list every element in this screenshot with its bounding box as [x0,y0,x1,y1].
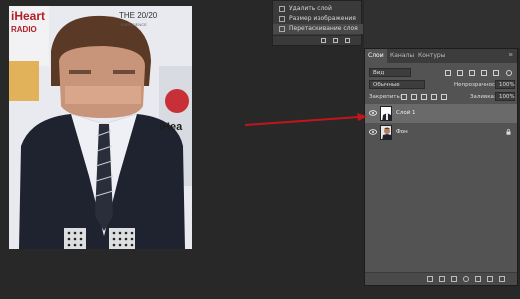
snapshot-icon[interactable] [333,38,338,43]
blend-mode-select[interactable]: Обычные [369,80,425,89]
filter-smart-object-icon[interactable] [493,70,499,76]
history-step-icon [279,16,285,22]
filter-kind-select[interactable]: Вид [369,68,411,77]
history-item-label: Удалить слой [289,5,332,12]
layer-name[interactable]: Фон [396,129,408,135]
lock-all-icon[interactable] [441,94,447,100]
filter-type-icon[interactable] [469,70,475,76]
history-panel: Удалить слой Размер изображения Перетаск… [272,0,363,46]
layer-thumbnail [380,125,392,140]
lock-image-icon[interactable] [411,94,417,100]
document-image[interactable]: iHeart RADIO THE 20/20 EXPERIENCE iHea [9,6,192,249]
filter-kind-label: Вид [373,70,385,76]
opacity-value: 100% [499,82,515,88]
lock-transparent-icon[interactable] [401,94,407,100]
blend-mode-value: Обычные [373,82,400,88]
panel-dock-top [364,0,520,48]
layers-bottom-toolbar [365,272,517,285]
filter-adjustment-icon[interactable] [457,70,463,76]
layer-style-icon[interactable] [439,276,445,282]
filter-toggle-icon[interactable] [506,70,512,76]
new-document-icon[interactable] [321,38,326,43]
panel-menu-icon[interactable]: ≡ [508,52,513,58]
lock-icon [506,129,511,135]
lock-position-icon[interactable] [421,94,427,100]
history-step-icon [279,6,285,12]
panel-tabs: Слои Каналы Контуры ≡ [365,49,517,63]
backdrop-text-3: THE 20/20 [119,11,158,20]
fill-value: 100% [499,94,515,100]
link-layers-icon[interactable] [427,276,433,282]
backdrop-text-1: iHeart [11,9,45,23]
filter-shape-icon[interactable] [481,70,487,76]
lock-label: Закрепить: [369,94,402,100]
fill-input[interactable]: 100% [495,92,515,101]
history-item-label: Размер изображения [289,15,356,22]
backdrop-text-5: iHea [159,121,183,133]
backdrop-text-4: EXPERIENCE [121,22,147,27]
tab-paths[interactable]: Контуры [415,49,448,63]
tab-layers[interactable]: Слои [365,49,387,63]
layer-name[interactable]: Слой 1 [396,110,416,116]
photo-composite-image: iHeart RADIO THE 20/20 EXPERIENCE iHea [9,6,192,249]
history-item-drag-layer[interactable]: Перетаскивание слоя [273,24,363,34]
trash-icon[interactable] [345,38,350,43]
history-footer [273,35,363,45]
delete-layer-icon[interactable] [499,276,505,282]
history-item-label: Перетаскивание слоя [289,25,358,32]
filter-pixel-icon[interactable] [445,70,451,76]
adjustment-layer-icon[interactable] [463,276,469,282]
history-item-image-size[interactable]: Размер изображения [273,14,363,24]
annotation-arrow-icon [244,113,367,126]
new-group-icon[interactable] [475,276,481,282]
fill-label: Заливка: [470,94,496,100]
layers-panel: Слои Каналы Контуры ≡ Вид Обычные Непроз… [364,48,518,286]
layer-row-layer-1[interactable]: Слой 1 [365,104,517,123]
layer-thumbnail [380,106,392,121]
lock-artboard-icon[interactable] [431,94,437,100]
opacity-input[interactable]: 100% [495,80,515,89]
tab-channels[interactable]: Каналы [387,49,417,63]
new-layer-icon[interactable] [487,276,493,282]
history-step-icon [279,26,285,32]
layer-mask-icon[interactable] [451,276,457,282]
layer-row-background[interactable]: Фон [365,123,517,142]
backdrop-text-2: RADIO [11,25,37,34]
history-item-delete-layer[interactable]: Удалить слой [273,4,363,14]
visibility-eye-icon[interactable] [369,129,377,135]
